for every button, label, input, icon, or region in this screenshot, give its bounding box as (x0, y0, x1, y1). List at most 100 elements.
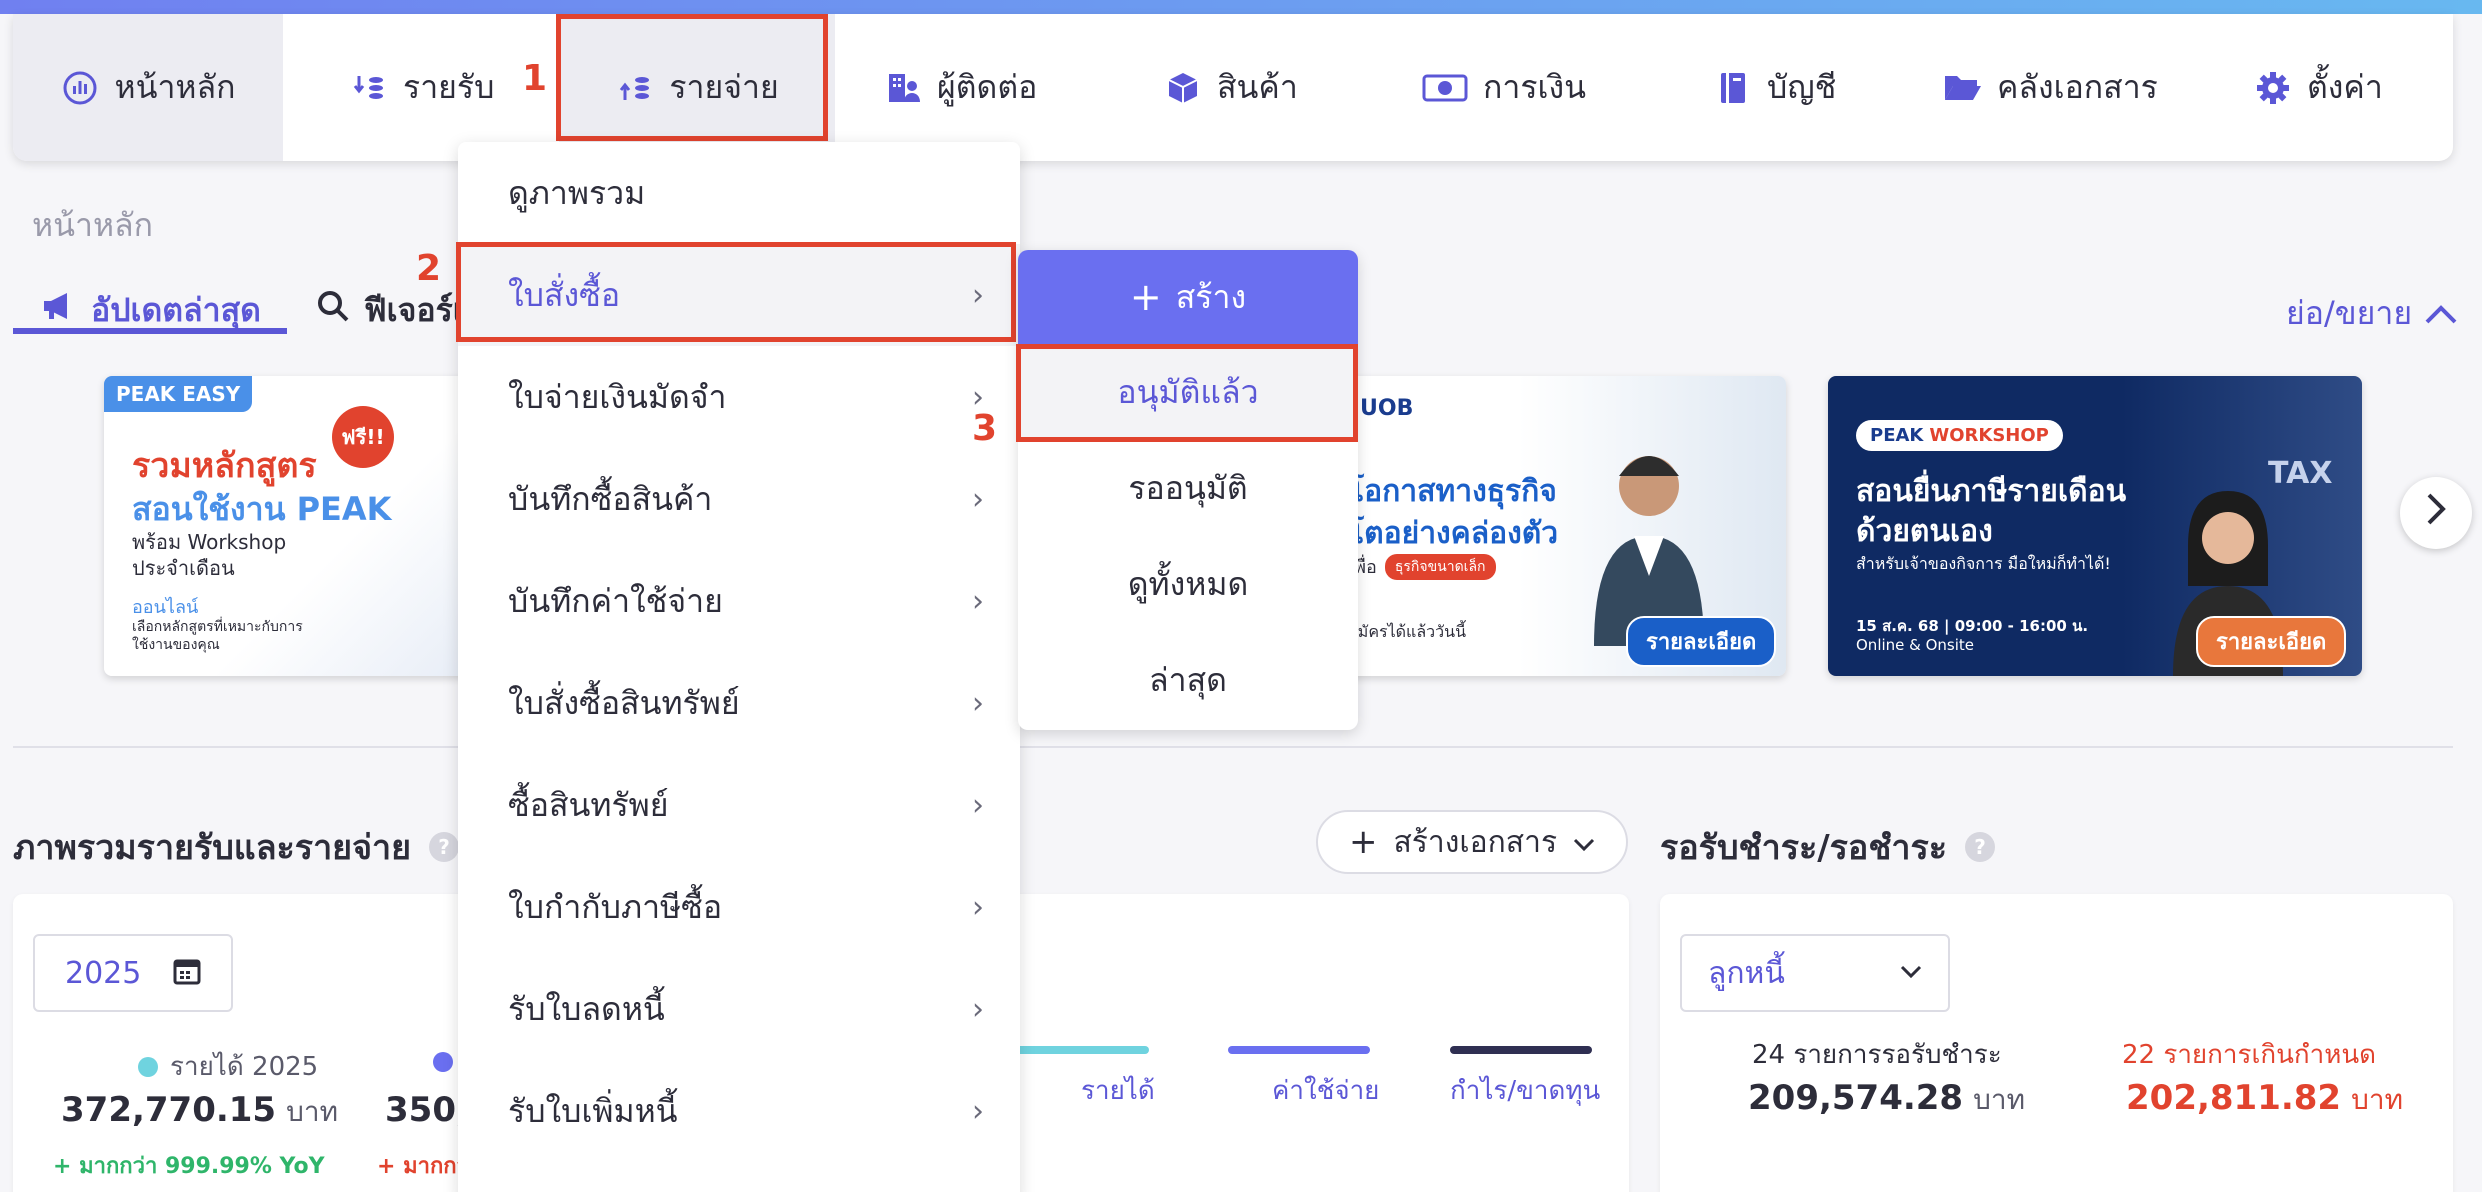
gear-icon (2253, 68, 2293, 108)
income-label: รายได้ 2025 (170, 1052, 319, 1082)
nav-contacts-label: ผู้ติดต่อ (937, 68, 1038, 106)
year-value: 2025 (65, 955, 142, 991)
banner-free-badge: ฟรี!! (332, 406, 394, 468)
menu-item-label: ดูภาพรวม (508, 173, 646, 212)
main-navbar: หน้าหลัก รายรับ รายจ่าย ผู้ติดต่อ สินค้า… (13, 14, 2453, 161)
dashboard-icon (60, 68, 100, 108)
top-gradient-bar (0, 0, 2482, 14)
highlight-approved (1016, 344, 1358, 442)
menu-item-label: ใบกำกับภาษีซื้อ (508, 887, 723, 926)
expense-yoy: + มากกว (377, 1154, 469, 1179)
nav-products[interactable]: สินค้า (1163, 14, 1298, 161)
chevron-right-icon: › (972, 787, 984, 823)
overdue-total: 202,811.82 บาท (2126, 1078, 2403, 1122)
banner-uob-line-2: โตอย่างคล่องตัว (1348, 516, 1559, 551)
banner-peak-easy[interactable]: PEAK EASY ฟรี!! รวมหลักสูตร สอนใช้งาน PE… (104, 376, 484, 676)
nav-home[interactable]: หน้าหลัก (13, 14, 283, 161)
banner-ws-tag: PEAK WORKSHOP (1856, 420, 2063, 451)
income-value: 372,770.15 (61, 1090, 277, 1130)
banner-tag: PEAK EASY (104, 376, 253, 412)
chevron-down-icon (1573, 825, 1595, 860)
collapse-toggle[interactable]: ย่อ/ขยาย (2286, 288, 2458, 339)
nav-finance[interactable]: การเงิน (1421, 14, 1586, 161)
help-icon[interactable]: ? (1965, 832, 1996, 862)
search-icon (316, 289, 350, 331)
legend-profit-line (1450, 1046, 1592, 1054)
megaphone-icon (41, 291, 77, 329)
highlight-nav-expense (556, 14, 828, 141)
submenu-view-all[interactable]: ดูทั้งหมด (1018, 536, 1358, 632)
nav-home-label: หน้าหลัก (114, 68, 236, 106)
banner-peak-workshop[interactable]: PEAK WORKSHOP สอนยื่นภาษีรายเดือน ด้วยตน… (1828, 376, 2362, 676)
menu-item-overview[interactable]: ดูภาพรวม (458, 142, 1020, 244)
menu-item-deposit-payment[interactable]: ใบจ่ายเงินมัดจำ › (458, 346, 1020, 448)
receivable-type-select[interactable]: ลูกหนี้ (1680, 934, 1950, 1012)
expense-value: 350, (385, 1090, 469, 1130)
pending-label: 24 รายการรอรับชำระ (1752, 1040, 2002, 1070)
coins-down-icon (349, 68, 389, 108)
banner-desc-2: ใช้งานของคุณ (132, 637, 220, 653)
banner-uob[interactable]: UOB โอกาสทางธุรกิจ โตอย่างคล่องตัว เพื่อ… (1340, 376, 1786, 676)
tab-features-label: ฟีเจอร์เ (364, 290, 464, 329)
box-icon (1163, 68, 1203, 108)
banner-uob-detail-button[interactable]: รายละเอียด (1626, 616, 1777, 667)
receivable-type-value: ลูกหนี้ (1708, 955, 1785, 991)
overview-title-label: ภาพรวมรายรับและรายจ่าย (13, 828, 412, 868)
overdue-label: 22 รายการเกินกำหนด (2122, 1040, 2376, 1070)
banner-ws-detail-button[interactable]: รายละเอียด (2196, 616, 2347, 667)
plus-icon: + (1348, 822, 1378, 862)
nav-income-label: รายรับ (403, 68, 495, 106)
nav-settings[interactable]: ตั้งค่า (2253, 14, 2383, 161)
menu-item-asset-po[interactable]: ใบสั่งซื้อสินทรัพย์ › (458, 652, 1020, 754)
receivable-card: ลูกหนี้ 24 รายการรอรับชำระ 209,574.28 บา… (1660, 894, 2453, 1192)
chevron-right-icon: › (972, 1093, 984, 1129)
help-icon[interactable]: ? (429, 832, 460, 862)
chevron-right-icon: › (972, 889, 984, 925)
expense-dot (433, 1052, 453, 1072)
book-icon (1713, 68, 1753, 108)
banner-ws-mode: Online & Onsite (1856, 636, 1975, 654)
create-document-label: สร้างเอกสาร (1393, 824, 1558, 860)
menu-item-purchase-tax-invoice[interactable]: ใบกำกับภาษีซื้อ › (458, 856, 1020, 958)
receivable-title: รอรับชำระ/รอชำระ ? (1660, 820, 1996, 874)
overdue-value: 202,811.82 (2126, 1078, 2342, 1118)
chevron-right-icon: › (972, 481, 984, 517)
menu-item-expense-record[interactable]: บันทึกค่าใช้จ่าย › (458, 550, 1020, 652)
banner-ws-tag-ws: WORKSHOP (1929, 425, 2049, 446)
pending-value: 209,574.28 (1748, 1078, 1964, 1118)
legend-profit-label: กำไร/ขาดทุน (1450, 1076, 1601, 1106)
income-yoy: + มากกว่า 999.99% YoY (53, 1154, 325, 1179)
overdue-unit: บาท (2351, 1083, 2404, 1116)
menu-item-receive-credit-note[interactable]: รับใบลดหนี้ › (458, 958, 1020, 1060)
year-picker[interactable]: 2025 (33, 934, 233, 1012)
banner-uob-line-4: สมัครได้แล้ววันนี้ (1348, 622, 1467, 641)
menu-item-purchase-record[interactable]: บันทึกซื้อสินค้า › (458, 448, 1020, 550)
carousel-next-button[interactable] (2400, 477, 2472, 549)
highlight-purchase-order (456, 242, 1016, 342)
banner-uob-line-1: โอกาสทางธุรกิจ (1348, 474, 1557, 509)
create-document-button[interactable]: + สร้างเอกสาร (1316, 810, 1628, 874)
banner-uob-logo: UOB (1360, 396, 1414, 421)
nav-contacts[interactable]: ผู้ติดต่อ (883, 14, 1037, 161)
menu-item-buy-asset[interactable]: ซื้อสินทรัพย์ › (458, 754, 1020, 856)
submenu-latest[interactable]: ล่าสุด (1018, 632, 1358, 728)
building-person-icon (883, 68, 923, 108)
legend-income-label: รายได้ (1081, 1076, 1155, 1106)
nav-accounts[interactable]: บัญชี (1713, 14, 1836, 161)
collapse-label: ย่อ/ขยาย (2286, 294, 2413, 332)
nav-documents[interactable]: คลังเอกสาร (1943, 14, 2158, 161)
tab-features[interactable]: ฟีเจอร์เ (316, 284, 464, 336)
banner-sub-2: ประจำเดือน (132, 556, 235, 580)
pending-total: 209,574.28 บาท (1748, 1078, 2025, 1122)
step-marker-3: 3 (972, 408, 998, 449)
create-button[interactable]: + สร้าง (1018, 250, 1358, 344)
create-label: สร้าง (1175, 277, 1247, 316)
legend-income-line (1013, 1046, 1149, 1054)
menu-item-receive-debit-note[interactable]: รับใบเพิ่มหนี้ › (458, 1060, 1020, 1162)
banner-ws-date: 15 ส.ค. 68 | 09:00 - 16:00 น. (1856, 617, 2089, 635)
chevron-right-icon: › (972, 685, 984, 721)
step-marker-1: 1 (522, 58, 548, 99)
submenu-pending-approval[interactable]: รออนุมัติ (1018, 440, 1358, 536)
nav-income[interactable]: รายรับ (349, 14, 494, 161)
purchase-order-submenu: + สร้าง อนุมัติแล้ว รออนุมัติ ดูทั้งหมด … (1018, 250, 1358, 730)
